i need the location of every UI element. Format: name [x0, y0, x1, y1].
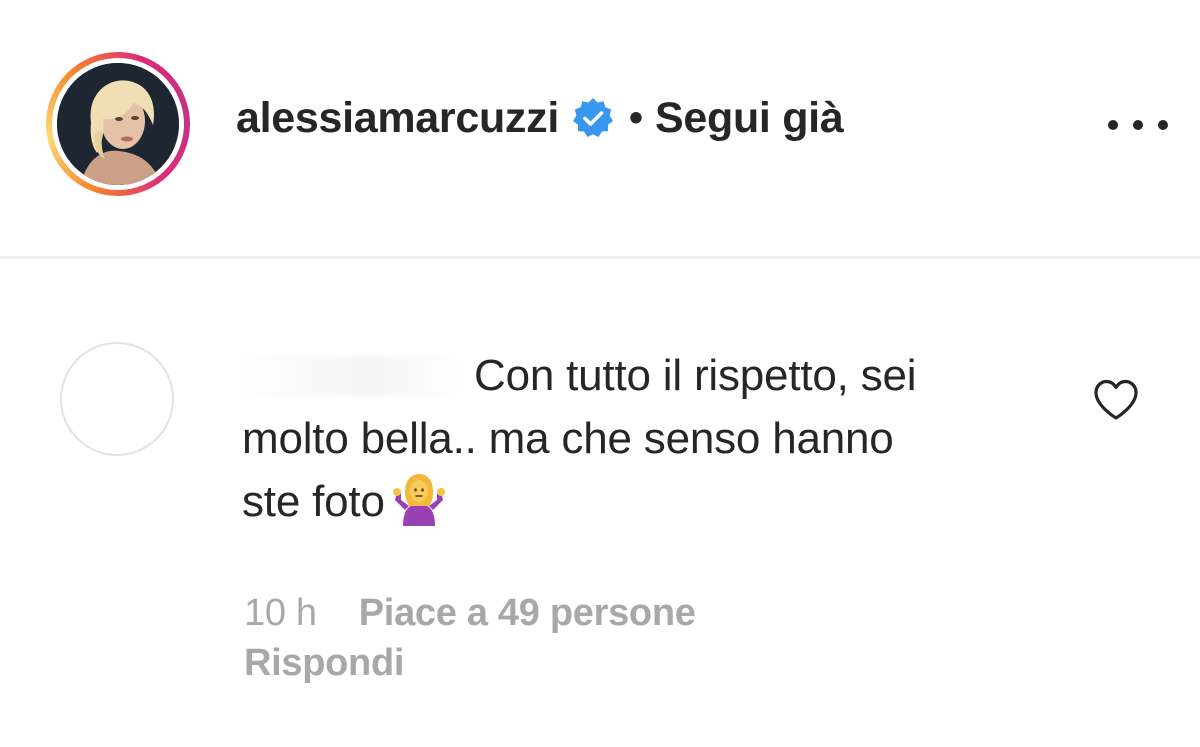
redacted-username[interactable]	[242, 356, 460, 396]
following-status-button[interactable]: Segui già	[655, 94, 844, 143]
heart-outline-icon[interactable]	[1092, 378, 1140, 422]
comment-line-3: ste foto	[242, 470, 1032, 533]
comment-line-2: molto bella.. ma che senso hanno	[242, 407, 1032, 470]
profile-avatar[interactable]	[46, 52, 190, 196]
more-dot	[1133, 120, 1143, 130]
separator-dot: •	[628, 95, 643, 140]
reply-button[interactable]: Rispondi	[244, 642, 404, 685]
profile-photo	[57, 63, 179, 185]
comment-line-1: Con tutto il rispetto, sei	[242, 344, 1032, 407]
comment-text: Con tutto il rispetto, sei molto bella..…	[242, 344, 1032, 533]
comment-likes-count[interactable]: Piace a 49 persone	[359, 592, 696, 634]
more-dot	[1158, 120, 1168, 130]
header-divider	[0, 256, 1200, 259]
username-row: alessiamarcuzzi • Segui già	[236, 88, 844, 148]
commenter-avatar[interactable]	[60, 342, 174, 456]
more-options-icon[interactable]	[1108, 110, 1168, 140]
comment-timestamp[interactable]: 10 h	[244, 592, 317, 634]
comment-text-line-2: molto bella.. ma che senso hanno	[242, 414, 894, 463]
comment-body: Con tutto il rispetto, sei molto bella..…	[242, 344, 1032, 533]
comment-text-line-1: Con tutto il rispetto, sei	[474, 351, 917, 400]
verified-badge-icon	[571, 96, 615, 140]
more-dot	[1108, 120, 1118, 130]
comment-text-line-3: ste foto	[242, 477, 385, 526]
post-header: alessiamarcuzzi • Segui già	[0, 0, 1200, 256]
person-shrugging-emoji-icon	[391, 470, 447, 526]
comment-meta: 10 h Piace a 49 persone	[244, 592, 696, 635]
username-link[interactable]: alessiamarcuzzi	[236, 94, 559, 143]
